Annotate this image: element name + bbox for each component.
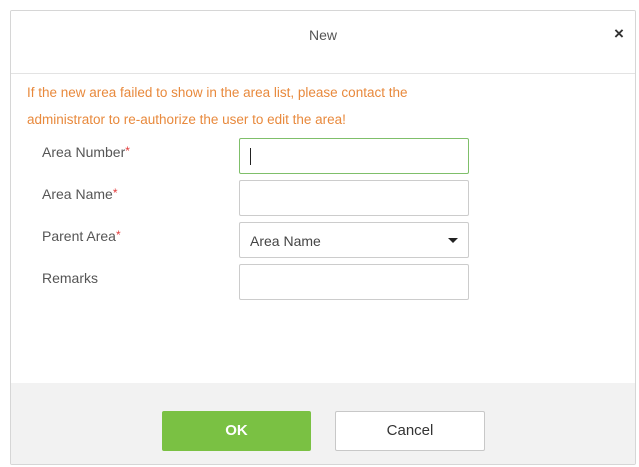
dialog-footer: OK Cancel [11, 383, 635, 464]
area-number-label: Area Number* [42, 144, 130, 160]
parent-area-select[interactable]: Area Name [239, 222, 469, 258]
required-mark: * [115, 228, 121, 242]
cancel-button[interactable]: Cancel [335, 411, 485, 451]
area-name-label: Area Name* [42, 186, 117, 202]
title-divider [11, 73, 635, 74]
required-mark: * [112, 186, 118, 200]
caret-down-icon [448, 238, 458, 243]
remarks-label: Remarks [42, 270, 98, 286]
area-number-label-text: Area Number [42, 144, 126, 160]
ok-button[interactable]: OK [162, 411, 311, 451]
warning-line-1: If the new area failed to show in the ar… [27, 85, 408, 100]
text-cursor [250, 148, 251, 165]
parent-area-selected-value: Area Name [250, 233, 321, 249]
parent-area-label-text: Parent Area [42, 228, 116, 244]
dialog-title: New [308, 27, 337, 43]
remarks-label-text: Remarks [42, 270, 99, 286]
area-number-input[interactable] [239, 138, 469, 174]
close-icon[interactable]: × [609, 24, 629, 44]
remarks-input[interactable] [239, 264, 469, 300]
required-mark: * [125, 144, 130, 158]
dialog-titlebar: New × [11, 11, 635, 61]
area-name-input[interactable] [239, 180, 469, 216]
warning-line-2: administrator to re-authorize the user t… [27, 112, 346, 127]
parent-area-label: Parent Area* [42, 228, 121, 244]
warning-message: If the new area failed to show in the ar… [27, 79, 587, 133]
new-area-dialog: New × If the new area failed to show in … [10, 10, 636, 465]
area-name-label-text: Area Name [42, 186, 113, 202]
